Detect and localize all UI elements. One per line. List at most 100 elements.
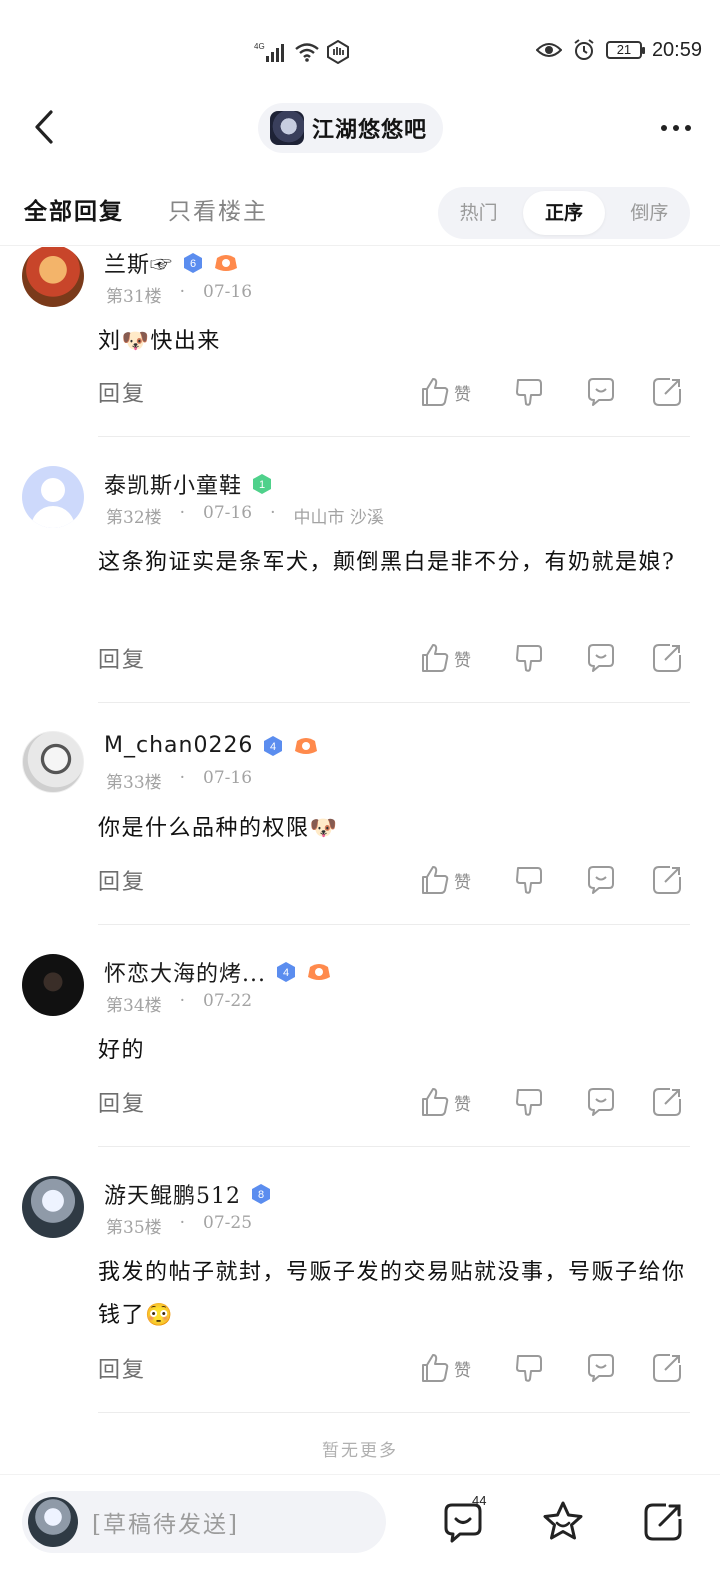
- comment-button[interactable]: [584, 372, 618, 412]
- meta-dot: ·: [179, 1213, 186, 1233]
- like-label: 赞: [454, 384, 471, 405]
- dislike-button[interactable]: [512, 1082, 546, 1122]
- level-badge-icon: 8: [252, 1184, 270, 1204]
- sort-asc[interactable]: 正序: [523, 191, 605, 235]
- dislike-button[interactable]: [512, 860, 546, 900]
- share-button[interactable]: [650, 638, 684, 678]
- forum-name: 江湖悠悠吧: [312, 118, 428, 143]
- reply-list: 兰斯☞ 6 第31楼 · 07-16 刘🐶快出来 回复 赞 泰凯斯小童鞋 1 第…: [0, 247, 720, 1472]
- dislike-button[interactable]: [512, 1348, 546, 1388]
- thumbs-up-icon: [422, 644, 449, 672]
- thumbs-down-icon: [516, 1089, 542, 1116]
- star-icon[interactable]: [540, 1499, 586, 1545]
- tab-all-replies[interactable]: 全部回复: [24, 192, 124, 226]
- avatar[interactable]: [22, 247, 84, 307]
- fan-badge-icon: [295, 737, 318, 754]
- dislike-button[interactable]: [512, 638, 546, 678]
- divider: [98, 1412, 690, 1413]
- thumbs-down-icon: [516, 379, 542, 406]
- username[interactable]: 泰凯斯小童鞋: [104, 468, 242, 500]
- reply-content: 刘🐶快出来: [98, 329, 221, 354]
- bottom-bar: [草稿待发送] 44: [0, 1474, 720, 1584]
- username[interactable]: 游天鲲鹏512: [104, 1178, 241, 1210]
- hand-icon: [327, 40, 349, 64]
- sort-hot[interactable]: 热门: [438, 191, 519, 235]
- svg-text:6: 6: [190, 258, 196, 270]
- tab-op-only[interactable]: 只看楼主: [168, 192, 268, 226]
- share-button[interactable]: [650, 1348, 684, 1388]
- more-button[interactable]: [656, 113, 696, 143]
- reply-button[interactable]: 回复: [98, 642, 146, 674]
- thumbs-up-icon: [422, 1354, 449, 1382]
- like-button[interactable]: 赞: [418, 1082, 471, 1122]
- avatar[interactable]: [22, 731, 84, 793]
- action-row: 回复 赞: [98, 1082, 690, 1122]
- divider: [98, 924, 690, 925]
- share-icon: [653, 378, 681, 406]
- comment-icon: [588, 378, 614, 406]
- like-button[interactable]: 赞: [418, 638, 471, 678]
- like-button[interactable]: 赞: [418, 860, 471, 900]
- my-avatar: [28, 1497, 78, 1547]
- alarm-icon: [574, 39, 594, 60]
- username[interactable]: M_chan0226: [104, 733, 253, 758]
- like-button[interactable]: 赞: [418, 372, 471, 412]
- reply-button[interactable]: 回复: [98, 376, 146, 408]
- floor-number: 第35楼: [106, 1218, 162, 1238]
- avatar[interactable]: [22, 1176, 84, 1238]
- thumbs-down-icon: [516, 645, 542, 672]
- nav-bar: 江湖悠悠吧: [0, 95, 720, 161]
- reply-button[interactable]: 回复: [98, 1086, 146, 1118]
- thumbs-down-icon: [516, 867, 542, 894]
- like-label: 赞: [454, 1360, 471, 1381]
- floor-number: 第34楼: [106, 996, 162, 1016]
- like-button[interactable]: 赞: [418, 1348, 471, 1388]
- comment-icon: [588, 644, 614, 672]
- username[interactable]: 兰斯☞: [104, 247, 173, 279]
- reply-button[interactable]: 回复: [98, 864, 146, 896]
- post-date: 07-25: [203, 1213, 253, 1233]
- chevron-left-icon: [35, 110, 53, 144]
- comment-button[interactable]: [584, 860, 618, 900]
- default-avatar-body: [31, 506, 75, 528]
- share-button[interactable]: [650, 1082, 684, 1122]
- level-badge-icon: 4: [264, 735, 283, 756]
- back-button[interactable]: [26, 107, 62, 147]
- meta-dot: ·: [179, 503, 186, 523]
- reply-content: 好的: [98, 1038, 146, 1063]
- svg-text:4G: 4G: [254, 42, 265, 51]
- reply-button[interactable]: 回复: [98, 1352, 146, 1384]
- forum-chip[interactable]: 江湖悠悠吧: [258, 103, 444, 153]
- comment-button[interactable]: [584, 638, 618, 678]
- meta-dot: ·: [270, 503, 276, 523]
- action-row: 回复 赞: [98, 638, 690, 678]
- comment-button[interactable]: [584, 1348, 618, 1388]
- share-icon: [653, 1354, 681, 1382]
- reply-draft-input[interactable]: [草稿待发送]: [22, 1491, 386, 1553]
- svg-text:4: 4: [270, 741, 276, 753]
- comment-icon: [588, 866, 614, 894]
- post-date: 07-16: [203, 282, 253, 302]
- sort-toggle: 热门 正序 倒序: [438, 187, 690, 239]
- comment-button[interactable]: [584, 1082, 618, 1122]
- share-icon[interactable]: [640, 1499, 686, 1545]
- svg-text:4: 4: [283, 967, 289, 979]
- meta-dot: ·: [179, 991, 186, 1011]
- comment-icon: [588, 1354, 614, 1382]
- reply-content: 我发的帖子就封，号贩子发的交易贴就没事，号贩子给你钱了😳: [98, 1260, 686, 1328]
- sort-desc[interactable]: 倒序: [609, 191, 690, 235]
- fan-badge-icon: [215, 255, 238, 271]
- more-dot-icon: [685, 125, 691, 131]
- post-date: 07-22: [203, 991, 253, 1011]
- dislike-button[interactable]: [512, 372, 546, 412]
- action-row: 回复 赞: [98, 860, 690, 900]
- avatar[interactable]: [22, 466, 84, 528]
- share-button[interactable]: [650, 860, 684, 900]
- username[interactable]: 怀恋大海的烤...: [104, 956, 266, 988]
- level-badge-icon: 6: [184, 253, 203, 273]
- avatar[interactable]: [22, 954, 84, 1016]
- floor-number: 第33楼: [106, 773, 162, 793]
- post-date: 07-16: [203, 768, 253, 788]
- draft-placeholder: [草稿待发送]: [92, 1512, 239, 1538]
- share-button[interactable]: [650, 372, 684, 412]
